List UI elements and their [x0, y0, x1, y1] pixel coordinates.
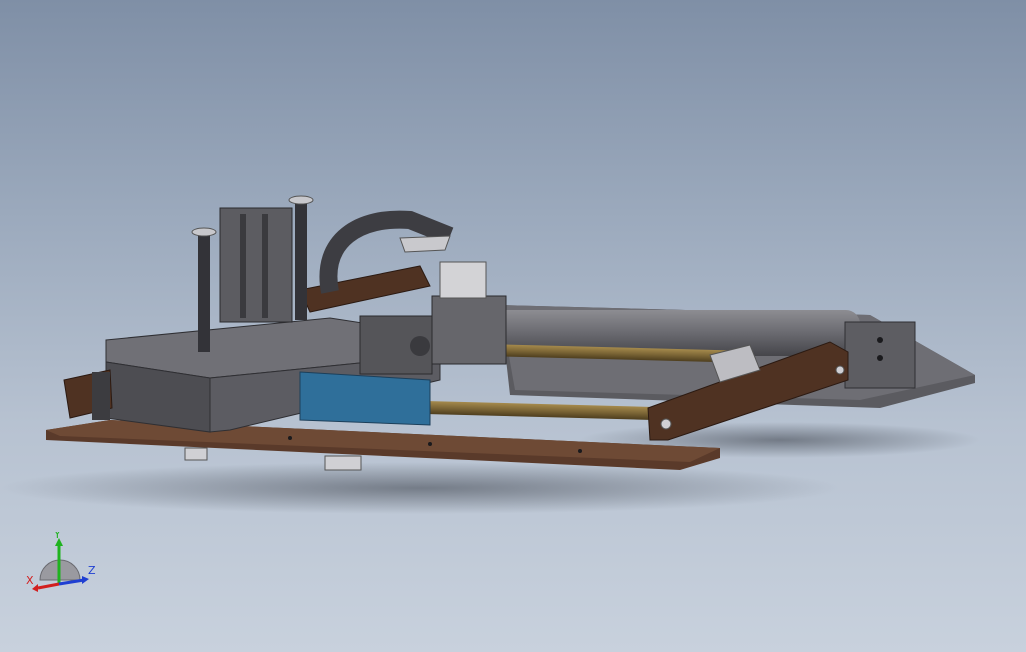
- vertical-cylinder-groove: [240, 214, 246, 318]
- vertical-post-left: [198, 232, 210, 352]
- blue-slide-block: [299, 371, 431, 426]
- cad-viewport[interactable]: X Y Z: [0, 0, 1026, 652]
- chain-bracket: [399, 235, 451, 253]
- post-cap-left: [191, 227, 217, 237]
- plate-hole: [288, 436, 292, 440]
- z-axis-line: [58, 578, 85, 586]
- left-bearing: [92, 372, 110, 420]
- ground-shadow: [0, 462, 840, 514]
- x-axis-line: [37, 582, 60, 590]
- vertical-cylinder-groove: [262, 214, 268, 318]
- underside-fitting: [184, 447, 208, 461]
- y-axis-label: Y: [53, 532, 61, 541]
- bracket-bolt: [835, 365, 845, 375]
- cylinder-mount: [431, 295, 507, 365]
- endcap-bolt: [877, 355, 883, 361]
- bracket-bolt: [660, 418, 672, 430]
- assembly-model[interactable]: [0, 0, 1026, 652]
- endcap-bolt: [877, 337, 883, 343]
- x-axis-label: X: [26, 574, 34, 587]
- vertical-post-right: [295, 200, 307, 320]
- underside-fitting: [324, 455, 362, 471]
- post-cap-right: [288, 195, 314, 205]
- mount-top: [439, 261, 487, 299]
- plate-hole: [578, 449, 582, 453]
- bearing-hole: [410, 336, 430, 356]
- z-axis-label: Z: [88, 564, 96, 577]
- vertical-cylinder: [219, 207, 293, 323]
- plate-hole: [428, 442, 432, 446]
- carriage-wood-rail: [299, 265, 431, 313]
- z-axis-arrow: [82, 576, 89, 584]
- axis-triad: X Y Z: [26, 532, 96, 592]
